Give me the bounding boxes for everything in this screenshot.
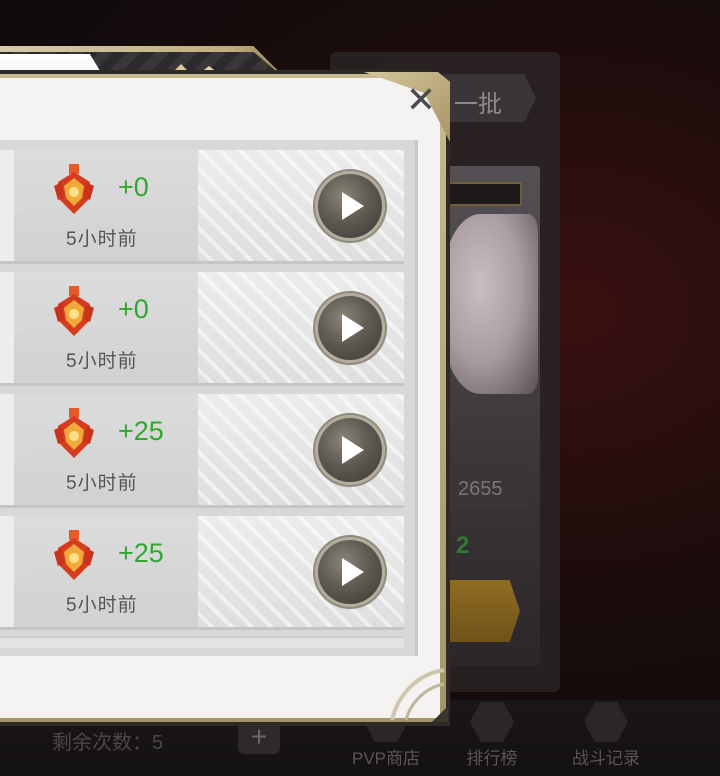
opponent-avatar xyxy=(442,214,538,394)
rank-badge-icon xyxy=(54,408,94,458)
refresh-label: 一批 xyxy=(454,91,502,118)
battle-record-label: 战斗记录 xyxy=(572,749,640,768)
chevron-right-icon: ▶ xyxy=(14,318,28,338)
replay-button[interactable] xyxy=(318,296,382,360)
book-icon xyxy=(584,702,628,742)
opponent-score: 2655 xyxy=(458,478,503,500)
record-row: ▶ +0 5小时前 xyxy=(0,272,404,386)
corner-swirl-icon xyxy=(390,668,448,722)
replay-button[interactable] xyxy=(318,418,382,482)
leaderboard-button: 排行榜 xyxy=(440,702,544,772)
chevron-right-icon: ▶ xyxy=(14,562,28,582)
score-change: +0 xyxy=(118,172,149,202)
battle-record-button: 战斗记录 xyxy=(554,702,658,772)
remaining-attempts: 剩余次数：5 xyxy=(52,732,164,754)
record-time: 5小时前 xyxy=(66,351,138,372)
record-row: ▶ +25 5小时前 xyxy=(0,394,404,508)
medal-icon xyxy=(470,702,514,742)
score-change: +0 xyxy=(118,294,149,324)
record-time: 5小时前 xyxy=(66,595,138,616)
list-scroll-end xyxy=(0,636,404,648)
replay-button[interactable] xyxy=(318,174,382,238)
score-change: +25 xyxy=(118,416,164,446)
pvp-shop-label: PVP商店 xyxy=(351,749,421,768)
opponent-banner xyxy=(446,182,522,206)
play-icon xyxy=(342,314,364,342)
rank-badge-icon xyxy=(54,530,94,580)
play-icon xyxy=(342,192,364,220)
close-button[interactable]: ✕ xyxy=(400,82,442,118)
score-change: +25 xyxy=(118,538,164,568)
add-attempts-button: + xyxy=(238,722,280,754)
challenge-button xyxy=(446,580,520,642)
play-icon xyxy=(342,436,364,464)
refresh-button: 一批 xyxy=(440,74,536,122)
replay-button[interactable] xyxy=(318,540,382,604)
play-icon xyxy=(342,558,364,586)
rank-badge-icon xyxy=(54,164,94,214)
chevron-right-icon: ▶ xyxy=(14,196,28,216)
rank-badge-icon xyxy=(54,286,94,336)
record-list[interactable]: ▶ +0 5小时前 ▶ +0 5小时前 ▶ +25 5小时前 ▶ +25 5小时… xyxy=(0,140,418,656)
leaderboard-label: 排行榜 xyxy=(466,749,518,768)
opponent-score-box: 2655 xyxy=(446,466,528,510)
record-row: ▶ +25 5小时前 xyxy=(0,516,404,630)
record-time: 5小时前 xyxy=(66,473,138,494)
record-time: 5小时前 xyxy=(66,229,138,250)
opponent-value: 2 xyxy=(456,532,470,559)
record-row: ▶ +0 5小时前 xyxy=(0,150,404,264)
chevron-right-icon: ▶ xyxy=(14,440,28,460)
